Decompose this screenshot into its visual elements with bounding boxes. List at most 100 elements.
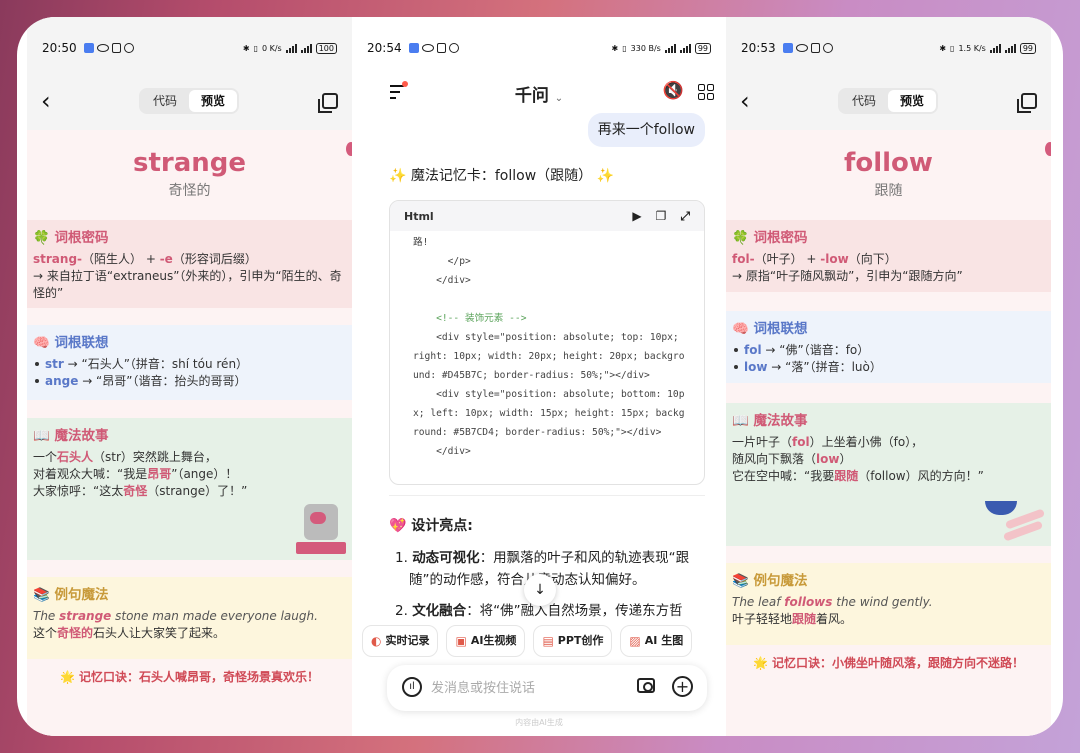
app-notification-icon [83, 43, 94, 53]
vibrate-icon: ▯ [622, 43, 627, 53]
card-meaning: 奇怪的 [168, 183, 211, 199]
signal-icon [664, 43, 676, 53]
assoc-item: low → “落”（拼音：luò） [732, 359, 1045, 376]
tab-code[interactable]: 代码 [141, 90, 189, 112]
back-icon[interactable]: ‹ [41, 89, 51, 113]
preview-nav: ‹ 代码 预览 [726, 87, 1051, 115]
assoc-title: 🧠 词根联想 [732, 321, 808, 337]
status-bar: 20:54 ✱ ▯ 330 B/s 99 [367, 40, 711, 56]
root-section: 🍀 词根密码 fol-（叶子） + -low（向下） → 原指“叶子随风飘动”，… [726, 220, 1051, 292]
copy-icon[interactable] [1017, 93, 1037, 113]
story-line: 它在空中喊：“我要跟随（follow）风的方向！” [732, 469, 984, 483]
story-line: 一片叶子（fol）上坐着小佛（fo）， [732, 435, 924, 449]
phone-qianwen-chat: 20:54 ✱ ▯ 330 B/s 99 千问 ⌄ 🔇 再来一个follow ✨ 魔法… [352, 17, 726, 736]
code-language: Html [404, 209, 434, 223]
mute-icon[interactable]: 🔇 [663, 81, 684, 101]
chip-ppt[interactable]: ▤ PPT创作 [533, 625, 613, 657]
assoc-item: fol → “佛”（谐音：fo） [732, 342, 1045, 359]
camera-icon[interactable] [637, 678, 655, 693]
eye-icon [96, 44, 109, 52]
nfc-icon [436, 43, 446, 53]
preview-nav: ‹ 代码 预览 [27, 87, 352, 115]
battery-icon: 99 [694, 42, 711, 54]
tab-code[interactable]: 代码 [840, 90, 888, 112]
video-icon: ▣ [455, 634, 467, 648]
list-item: 2. 文化融合：将“佛”融入自然场景，传递东方哲 [395, 603, 683, 619]
root-line-1: strang-（陌生人） + -e（形容词后缀） [33, 252, 257, 266]
status-time: 20:53 [741, 41, 776, 55]
battery-icon: 99 [1019, 42, 1036, 54]
ppt-icon: ▤ [542, 634, 554, 648]
net-speed: 0 K/s [261, 43, 282, 53]
assoc-title: 🧠 词根联想 [33, 335, 109, 351]
story-title: 📖 魔法故事 [732, 413, 808, 429]
chat-topbar: 千问 ⌄ 🔇 [352, 79, 726, 109]
quick-actions: ◐ 实时记录 ▣ AI生视频 ▤ PPT创作 ▨ AI 生图 [352, 625, 726, 657]
grid-icon[interactable] [698, 84, 714, 100]
divider [389, 495, 705, 496]
bluetooth-icon: ✱ [939, 43, 947, 53]
chip-ai-image[interactable]: ▨ AI 生图 [620, 625, 693, 657]
code-content: 路! </p> </div> <!-- 装饰元素 --> <div style=… [413, 237, 685, 457]
image-icon: ▨ [629, 634, 641, 648]
story-line: 对着观众大喊：“我是昂哥”（ange）！ [33, 467, 238, 481]
example-zh: 叶子轻轻地跟随着风。 [732, 612, 853, 626]
signal-icon-2 [679, 43, 691, 53]
back-icon[interactable]: ‹ [740, 89, 750, 113]
card-header: strange 奇怪的 [27, 130, 352, 220]
chip-realtime-record[interactable]: ◐ 实时记录 [362, 625, 439, 657]
code-preview-toggle: 代码 预览 [139, 88, 239, 114]
bluetooth-icon: ✱ [242, 43, 250, 53]
story-title: 📖 魔法故事 [33, 428, 109, 444]
status-bar: 20:50 ✱ ▯ 0 K/s 100 [42, 40, 337, 56]
plus-icon[interactable]: + [672, 676, 693, 697]
nfc-icon [810, 43, 820, 53]
signal-icon-2 [300, 43, 312, 53]
screenshot-frame: 20:50 ✱ ▯ 0 K/s 100 ‹ 代码 预览 strange 奇怪的 🍀 词… [17, 17, 1063, 736]
root-title: 🍀 词根密码 [33, 230, 109, 246]
nfc-icon [111, 43, 121, 53]
example-zh: 这个奇怪的石头人让大家笑了起来。 [33, 626, 226, 640]
net-speed: 1.5 K/s [958, 43, 986, 53]
assoc-item: ange → “昂哥”（谐音：抬头的哥哥） [33, 373, 346, 390]
assoc-section: 🧠 词根联想 fol → “佛”（谐音：fo） low → “落”（拼音：luò… [726, 311, 1051, 383]
tab-preview[interactable]: 预览 [888, 90, 936, 112]
assoc-section: 🧠 词根联想 str → “石头人”（拼音：shí tóu rén） ange … [27, 325, 352, 400]
expand-icon[interactable]: ⤢ [680, 209, 690, 224]
copy-icon[interactable]: ❐ [656, 209, 667, 224]
bowl-wind-illustration [985, 501, 1046, 542]
root-section: 🍀 词根密码 strang-（陌生人） + -e（形容词后缀） → 来自拉丁语“… [27, 220, 352, 308]
battery-icon: 100 [315, 42, 337, 54]
phone-follow-preview: 20:53 ✱ ▯ 1.5 K/s 99 ‹ 代码 预览 follow 跟随 🍀 词根… [726, 17, 1051, 736]
root-line-2: → 来自拉丁语“extraneus”（外来的），引申为“陌生的、奇怪的” [33, 269, 342, 300]
chip-ai-video[interactable]: ▣ AI生视频 [446, 625, 526, 657]
example-en: The leaf follows the wind gently. [732, 595, 933, 609]
memory-motto: 🌟 记忆口诀：小佛坐叶随风落，跟随方向不迷路！ [752, 656, 1025, 670]
assoc-item: str → “石头人”（拼音：shí tóu rén） [33, 356, 346, 373]
memory-card: follow 跟随 🍀 词根密码 fol-（叶子） + -low（向下） → 原… [726, 130, 1051, 736]
voice-icon[interactable]: ıl [402, 677, 422, 697]
message-input[interactable] [431, 677, 611, 699]
run-icon[interactable]: ▶ [632, 209, 641, 224]
example-title: 📚 例句魔法 [33, 587, 109, 603]
code-block: Html ▶ ❐ ⤢ 路! </p> </div> <!-- 装饰元素 --> <d… [389, 200, 705, 485]
user-message: 再来一个follow [587, 113, 705, 147]
story-line: 大家惊呼：“这太奇怪（strange）了！” [33, 484, 248, 498]
vibrate-icon: ▯ [253, 43, 258, 53]
alarm-icon [448, 43, 459, 53]
status-time: 20:50 [42, 41, 77, 55]
scroll-down-button[interactable]: ↓ [524, 574, 556, 606]
eye-icon [421, 44, 434, 52]
example-section: 📚 例句魔法 The leaf follows the wind gently.… [726, 563, 1051, 645]
tab-preview[interactable]: 预览 [189, 90, 237, 112]
ai-disclaimer: 内容由AI生成 [515, 718, 563, 727]
app-notification-icon [408, 43, 419, 53]
story-section: 📖 魔法故事 一个石头人（str）突然跳上舞台， 对着观众大喊：“我是昂哥”（a… [27, 418, 352, 560]
example-section: 📚 例句魔法 The strange stone man made everyo… [27, 577, 352, 659]
record-icon: ◐ [371, 634, 382, 648]
copy-icon[interactable] [318, 93, 338, 113]
example-en: The strange stone man made everyone laug… [33, 609, 318, 623]
vibrate-icon: ▯ [950, 43, 955, 53]
highlights-title: 💖 设计亮点: [389, 518, 473, 534]
message-composer: ıl + [387, 665, 707, 711]
